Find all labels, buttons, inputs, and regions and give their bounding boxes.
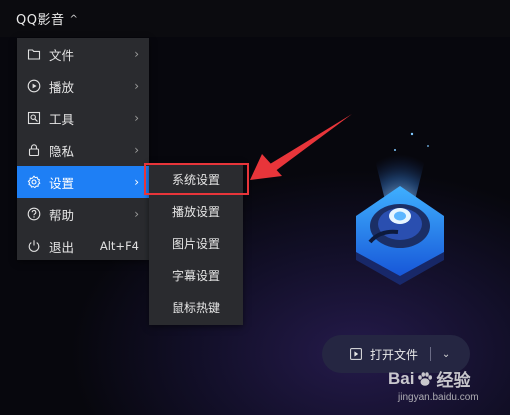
chevron-right-icon: ›: [134, 175, 139, 189]
play-file-icon: [350, 348, 362, 360]
annotation-arrow-icon: [250, 114, 352, 180]
settings-submenu: 系统设置 播放设置 图片设置 字幕设置 鼠标热键: [149, 163, 243, 325]
open-file-label: 打开文件: [370, 347, 419, 362]
qq-player-logo: [356, 132, 444, 285]
titlebar: QQ影音 ^: [0, 0, 510, 37]
shortcut-label: Alt+F4: [99, 239, 139, 253]
menu-item-privacy[interactable]: 隐私 ›: [17, 134, 149, 166]
divider: [430, 347, 432, 361]
lock-icon: [27, 143, 41, 157]
menu-item-label: 播放: [49, 79, 75, 95]
play-circle-icon: [27, 79, 41, 93]
main-menu: 文件 › 播放 › 工具 › 隐私 › 设置 › 帮助 › 退出 Alt+F4: [17, 38, 149, 260]
power-icon: [27, 239, 41, 253]
menu-item-label: 工具: [49, 111, 75, 127]
menu-item-label: 帮助: [49, 207, 75, 223]
menu-item-label: 退出: [49, 239, 75, 255]
caret-up-icon[interactable]: ^: [69, 14, 77, 25]
submenu-item-playback-settings[interactable]: 播放设置: [149, 195, 243, 227]
baidu-jingyan-watermark: Bai 经验 jingyan.baidu.com: [388, 366, 504, 410]
menu-item-settings[interactable]: 设置 ›: [17, 166, 149, 198]
folder-icon: [27, 47, 41, 61]
submenu-item-image-settings[interactable]: 图片设置: [149, 227, 243, 259]
gear-icon: [27, 175, 41, 189]
baidu-paw-icon: [418, 371, 433, 386]
submenu-item-mouse-hotkeys[interactable]: 鼠标热键: [149, 291, 243, 323]
menu-item-help[interactable]: 帮助 ›: [17, 198, 149, 230]
chevron-right-icon: ›: [134, 143, 139, 157]
chevron-right-icon: ›: [134, 47, 139, 61]
chevron-right-icon: ›: [134, 111, 139, 125]
menu-item-label: 设置: [49, 175, 75, 191]
watermark-brand-prefix: Bai: [388, 368, 415, 388]
tools-icon: [27, 111, 41, 125]
chevron-down-icon[interactable]: ⌄: [436, 349, 456, 360]
watermark-url: jingyan.baidu.com: [398, 392, 479, 403]
menu-item-tools[interactable]: 工具 ›: [17, 102, 149, 134]
watermark-brand-suffix: 经验: [436, 371, 471, 390]
menu-item-label: 文件: [49, 47, 75, 63]
chevron-right-icon: ›: [134, 207, 139, 221]
chevron-right-icon: ›: [134, 79, 139, 93]
submenu-item-subtitle-settings[interactable]: 字幕设置: [149, 259, 243, 291]
menu-item-file[interactable]: 文件 ›: [17, 38, 149, 70]
help-icon: [27, 207, 41, 221]
menu-item-label: 隐私: [49, 143, 75, 159]
submenu-item-system-settings[interactable]: 系统设置: [149, 163, 243, 195]
menu-item-exit[interactable]: 退出 Alt+F4: [17, 230, 149, 262]
app-title[interactable]: QQ影音: [16, 9, 64, 28]
menu-item-play[interactable]: 播放 ›: [17, 70, 149, 102]
